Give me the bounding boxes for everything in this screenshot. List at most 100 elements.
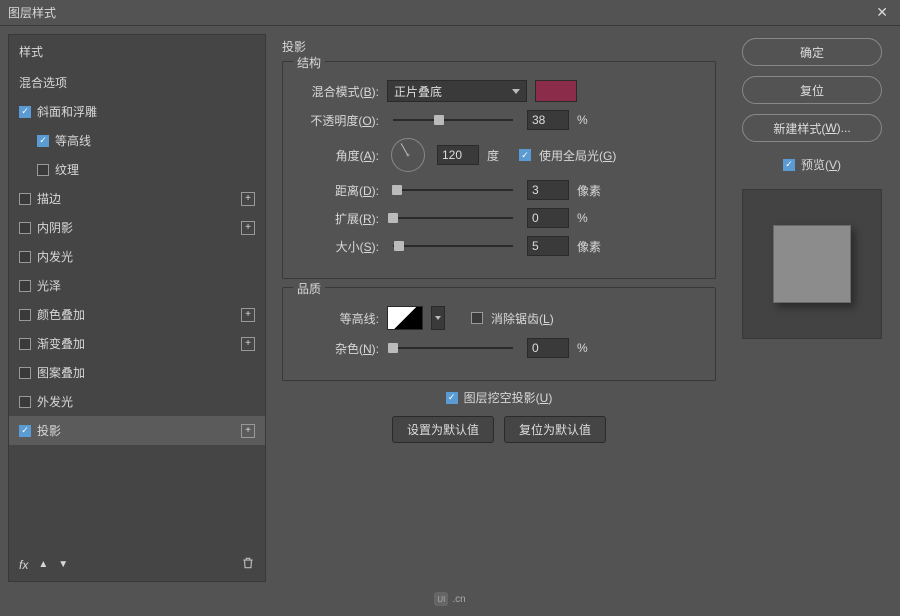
style-label: 颜色叠加 bbox=[37, 306, 85, 323]
settings-panel: 投影 结构 混合模式(B): 正片叠底 不透明度(O): % 角度(A): 度 bbox=[274, 34, 724, 582]
styles-header: 样式 bbox=[9, 35, 265, 68]
size-slider[interactable] bbox=[393, 245, 513, 247]
style-item-9[interactable]: 图案叠加 bbox=[9, 358, 265, 387]
style-label: 描边 bbox=[37, 190, 61, 207]
style-item-3[interactable]: 描边 + bbox=[9, 184, 265, 213]
style-checkbox[interactable] bbox=[19, 309, 31, 321]
noise-input[interactable] bbox=[527, 338, 569, 358]
add-effect-icon[interactable]: + bbox=[241, 337, 255, 351]
quality-group: 品质 等高线: 消除锯齿(L) 杂色(N): % bbox=[282, 287, 716, 381]
preview-label: 预览(V) bbox=[801, 156, 841, 173]
arrow-up-icon[interactable]: ▲ bbox=[38, 559, 48, 570]
style-item-8[interactable]: 渐变叠加+ bbox=[9, 329, 265, 358]
structure-legend: 结构 bbox=[293, 54, 325, 71]
reset-default-button[interactable]: 复位为默认值 bbox=[504, 416, 606, 443]
antialias-checkbox[interactable] bbox=[471, 312, 483, 324]
style-checkbox[interactable] bbox=[19, 222, 31, 234]
angle-unit: 度 bbox=[487, 147, 511, 164]
distance-slider[interactable] bbox=[393, 189, 513, 191]
opacity-label: 不透明度(O): bbox=[295, 112, 379, 129]
knockout-label: 图层挖空投影(U) bbox=[464, 389, 553, 406]
size-label: 大小(S): bbox=[295, 238, 379, 255]
size-unit: 像素 bbox=[577, 238, 601, 255]
noise-unit: % bbox=[577, 341, 601, 355]
titlebar: 图层样式 ✕ bbox=[0, 0, 900, 26]
contour-label: 等高线: bbox=[295, 310, 379, 327]
style-label: 光泽 bbox=[37, 277, 61, 294]
style-label: 纹理 bbox=[55, 161, 79, 178]
noise-slider[interactable] bbox=[393, 347, 513, 349]
shadow-color-swatch[interactable] bbox=[535, 80, 577, 102]
style-item-4[interactable]: 内阴影 + bbox=[9, 213, 265, 242]
style-item-0[interactable]: 斜面和浮雕 bbox=[9, 97, 265, 126]
spread-input[interactable] bbox=[527, 208, 569, 228]
style-item-5[interactable]: 内发光 bbox=[9, 242, 265, 271]
style-checkbox[interactable] bbox=[19, 425, 31, 437]
spread-slider[interactable] bbox=[393, 217, 513, 219]
blend-options[interactable]: 混合选项 bbox=[9, 68, 265, 97]
style-checkbox[interactable] bbox=[19, 280, 31, 292]
style-checkbox[interactable] bbox=[37, 164, 49, 176]
arrow-down-icon[interactable]: ▼ bbox=[58, 559, 68, 570]
size-input[interactable] bbox=[527, 236, 569, 256]
style-label: 投影 bbox=[37, 422, 61, 439]
style-label: 内阴影 bbox=[37, 219, 73, 236]
panel-title: 投影 bbox=[282, 38, 716, 55]
new-style-button[interactable]: 新建样式(W)... bbox=[742, 114, 882, 142]
style-checkbox[interactable] bbox=[19, 396, 31, 408]
style-checkbox[interactable] bbox=[19, 367, 31, 379]
angle-dial[interactable] bbox=[391, 138, 425, 172]
style-item-1[interactable]: 等高线 bbox=[9, 126, 265, 155]
preview-checkbox[interactable] bbox=[783, 159, 795, 171]
contour-dropdown-icon[interactable] bbox=[431, 306, 445, 330]
style-label: 等高线 bbox=[55, 132, 91, 149]
reset-button[interactable]: 复位 bbox=[742, 76, 882, 104]
add-effect-icon[interactable]: + bbox=[241, 192, 255, 206]
global-light-label: 使用全局光(G) bbox=[539, 147, 616, 164]
global-light-checkbox[interactable] bbox=[519, 149, 531, 161]
angle-label: 角度(A): bbox=[295, 147, 379, 164]
trash-icon[interactable] bbox=[241, 556, 255, 573]
opacity-input[interactable] bbox=[527, 110, 569, 130]
add-effect-icon[interactable]: + bbox=[241, 424, 255, 438]
ok-button[interactable]: 确定 bbox=[742, 38, 882, 66]
styles-footer: fx ▲ ▼ bbox=[9, 548, 265, 581]
contour-swatch[interactable] bbox=[387, 306, 423, 330]
blend-mode-select[interactable]: 正片叠底 bbox=[387, 80, 527, 102]
distance-unit: 像素 bbox=[577, 182, 601, 199]
style-label: 内发光 bbox=[37, 248, 73, 265]
styles-panel: 样式 混合选项 斜面和浮雕等高线纹理描边+内阴影+内发光光泽颜色叠加+渐变叠加+… bbox=[8, 34, 266, 582]
brand-logo-icon: UI bbox=[434, 592, 448, 606]
style-checkbox[interactable] bbox=[19, 106, 31, 118]
add-effect-icon[interactable]: + bbox=[241, 221, 255, 235]
style-checkbox[interactable] bbox=[19, 338, 31, 350]
style-item-6[interactable]: 光泽 bbox=[9, 271, 265, 300]
distance-input[interactable] bbox=[527, 180, 569, 200]
style-item-10[interactable]: 外发光 bbox=[9, 387, 265, 416]
style-label: 外发光 bbox=[37, 393, 73, 410]
quality-legend: 品质 bbox=[293, 280, 325, 297]
style-label: 斜面和浮雕 bbox=[37, 103, 97, 120]
opacity-unit: % bbox=[577, 113, 601, 127]
style-item-2[interactable]: 纹理 bbox=[9, 155, 265, 184]
opacity-slider[interactable] bbox=[393, 119, 513, 121]
style-item-7[interactable]: 颜色叠加 + bbox=[9, 300, 265, 329]
footer: UI .cn bbox=[0, 590, 900, 608]
fx-icon[interactable]: fx bbox=[19, 558, 28, 572]
style-checkbox[interactable] bbox=[19, 193, 31, 205]
structure-group: 结构 混合模式(B): 正片叠底 不透明度(O): % 角度(A): 度 使用全… bbox=[282, 61, 716, 279]
preview-swatch bbox=[773, 225, 851, 303]
style-checkbox[interactable] bbox=[37, 135, 49, 147]
antialias-label: 消除锯齿(L) bbox=[491, 310, 554, 327]
make-default-button[interactable]: 设置为默认值 bbox=[392, 416, 494, 443]
style-item-11[interactable]: 投影 + bbox=[9, 416, 265, 445]
spread-unit: % bbox=[577, 211, 601, 225]
style-label: 图案叠加 bbox=[37, 364, 85, 381]
angle-input[interactable] bbox=[437, 145, 479, 165]
content: 样式 混合选项 斜面和浮雕等高线纹理描边+内阴影+内发光光泽颜色叠加+渐变叠加+… bbox=[0, 26, 900, 590]
add-effect-icon[interactable]: + bbox=[241, 308, 255, 322]
noise-label: 杂色(N): bbox=[295, 340, 379, 357]
knockout-checkbox[interactable] bbox=[446, 392, 458, 404]
close-icon[interactable]: ✕ bbox=[872, 4, 892, 21]
style-checkbox[interactable] bbox=[19, 251, 31, 263]
